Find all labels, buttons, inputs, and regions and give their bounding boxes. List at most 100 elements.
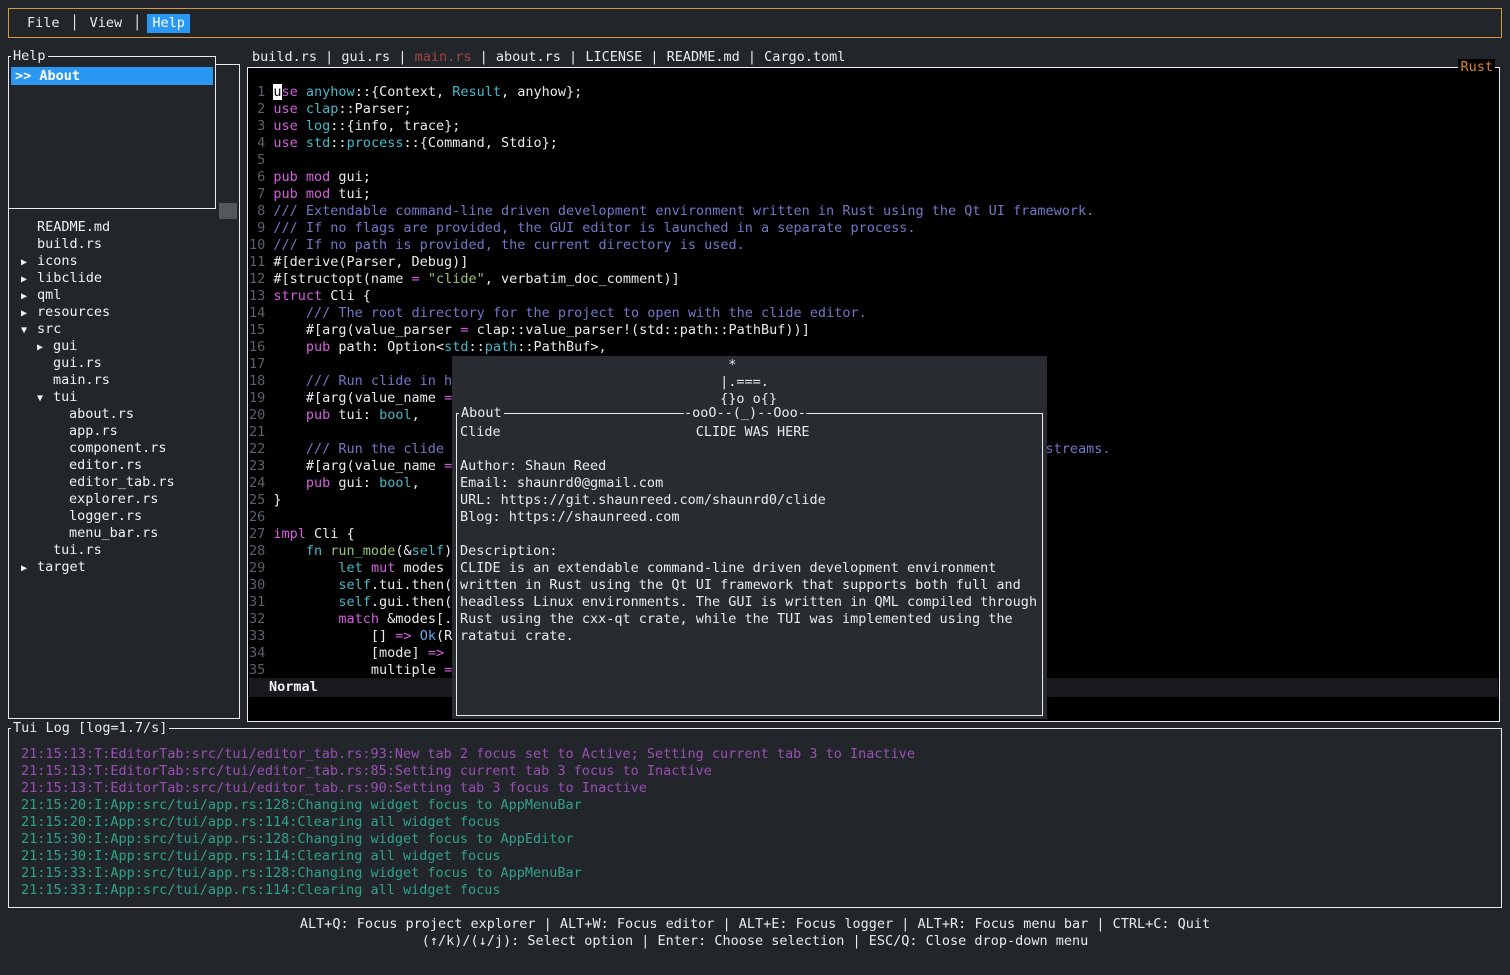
- menu-item-view[interactable]: View: [85, 14, 128, 33]
- ascii-art-border-segment: -ooO--(_)--Ooo-: [684, 405, 806, 422]
- tree-item-explorer-rs[interactable]: explorer.rs: [9, 491, 238, 508]
- tab-license[interactable]: LICENSE: [585, 49, 642, 65]
- code-token: }: [273, 492, 281, 508]
- about-popup-body: Clide CLIDE WAS HERE Author: Shaun Reed …: [460, 424, 1040, 645]
- code-token: clap::value_parser!(std::path::PathBuf))…: [468, 322, 809, 338]
- line-number: 32: [249, 611, 265, 628]
- tree-item-component-rs[interactable]: component.rs: [9, 440, 238, 457]
- chevron-right-icon[interactable]: ▶: [21, 271, 37, 288]
- line-number: 19: [249, 390, 265, 407]
- chevron-right-icon[interactable]: ▶: [21, 254, 37, 271]
- tree-item-gui-rs[interactable]: gui.rs: [9, 355, 238, 372]
- code-line-4[interactable]: 4use std::process::{Command, Stdio};: [249, 135, 1498, 152]
- code-token: se: [282, 84, 298, 100]
- line-number: 34: [249, 645, 265, 662]
- footer-shortcuts-line2: (↑/k)/(↓/j): Select option | Enter: Choo…: [0, 933, 1510, 950]
- tab-main.rs[interactable]: main.rs: [415, 49, 472, 65]
- code-line-7[interactable]: 7pub mod tui;: [249, 186, 1498, 203]
- tab-cargo.toml[interactable]: Cargo.toml: [764, 49, 845, 65]
- tab-about.rs[interactable]: about.rs: [496, 49, 561, 65]
- code-token: use: [273, 135, 297, 151]
- code-line-10[interactable]: 10/// If no path is provided, the curren…: [249, 237, 1498, 254]
- code-line-8[interactable]: 8/// Extendable command-line driven deve…: [249, 203, 1498, 220]
- chevron-down-icon[interactable]: ▼: [37, 390, 53, 407]
- code-token: run_mode: [330, 543, 395, 559]
- tree-item-app-rs[interactable]: app.rs: [9, 423, 238, 440]
- code-line-14[interactable]: 14 /// The root directory for the projec…: [249, 305, 1498, 322]
- code-line-5[interactable]: 5: [249, 152, 1498, 169]
- line-number: 14: [249, 305, 265, 322]
- code-token: ::{info, trace};: [330, 118, 460, 134]
- code-token: "clide": [428, 271, 485, 287]
- code-token: =: [412, 271, 420, 287]
- chevron-right-icon[interactable]: ▶: [37, 339, 53, 356]
- code-line-15[interactable]: 15 #[arg(value_parser = clap::value_pars…: [249, 322, 1498, 339]
- tree-item-readme-md[interactable]: README.md: [9, 219, 238, 236]
- code-token: bool: [379, 407, 412, 423]
- scrollbar-thumb[interactable]: [219, 203, 237, 219]
- chevron-right-icon[interactable]: ▶: [21, 560, 37, 577]
- log-entry-info: 21:15:20:I:App:src/tui/app.rs:114:Cleari…: [21, 814, 1497, 831]
- tree-item-label: icons: [37, 253, 78, 269]
- code-line-2[interactable]: 2use clap::Parser;: [249, 101, 1498, 118]
- tab-readme.md[interactable]: README.md: [667, 49, 740, 65]
- tab-separator: |: [561, 49, 585, 65]
- tree-item-label: component.rs: [69, 440, 167, 456]
- code-token: struct: [273, 288, 322, 304]
- code-line-13[interactable]: 13struct Cli {: [249, 288, 1498, 305]
- tree-item-label: editor_tab.rs: [69, 474, 175, 490]
- dropdown-item-about[interactable]: >> About: [11, 67, 213, 85]
- code-token: ::: [468, 339, 484, 355]
- tab-separator: |: [317, 49, 341, 65]
- code-token: /// Extendable command-line driven devel…: [273, 203, 1094, 219]
- tree-item-label: editor.rs: [69, 457, 142, 473]
- code-token: Result: [452, 84, 501, 100]
- tree-item-target[interactable]: ▶target: [9, 559, 238, 576]
- tree-item-editor-rs[interactable]: editor.rs: [9, 457, 238, 474]
- code-token: #[derive(Parser, Debug)]: [273, 254, 468, 270]
- help-dropdown-menu: Help >> About: [8, 56, 216, 209]
- tab-separator: |: [390, 49, 414, 65]
- tree-item-libclide[interactable]: ▶libclide: [9, 270, 238, 287]
- about-popup-border: About -ooO--(_)--Ooo- Clide CLIDE WAS HE…: [456, 413, 1043, 716]
- code-token: =>: [395, 628, 411, 644]
- tree-item-logger-rs[interactable]: logger.rs: [9, 508, 238, 525]
- code-token: [420, 271, 428, 287]
- tree-item-build-rs[interactable]: build.rs: [9, 236, 238, 253]
- tree-item-icons[interactable]: ▶icons: [9, 253, 238, 270]
- log-entry-trace: 21:15:13:T:EditorTab:src/tui/editor_tab.…: [21, 780, 1497, 797]
- tree-item-qml[interactable]: ▶qml: [9, 287, 238, 304]
- code-line-3[interactable]: 3use log::{info, trace};: [249, 118, 1498, 135]
- code-line-1[interactable]: 1use anyhow::{Context, Result, anyhow};: [249, 84, 1498, 101]
- log-entry-info: 21:15:33:I:App:src/tui/app.rs:114:Cleari…: [21, 882, 1497, 899]
- tree-item-src[interactable]: ▼src: [9, 321, 238, 338]
- tree-item-tui[interactable]: ▼tui: [9, 389, 238, 406]
- menu-item-file[interactable]: File: [22, 14, 65, 33]
- code-token: [298, 84, 306, 100]
- line-number: 16: [249, 339, 265, 356]
- tree-item-label: logger.rs: [69, 508, 142, 524]
- code-token: [273, 305, 306, 321]
- log-entry-trace: 21:15:13:T:EditorTab:src/tui/editor_tab.…: [21, 763, 1497, 780]
- tab-build.rs[interactable]: build.rs: [252, 49, 317, 65]
- code-line-12[interactable]: 12#[structopt(name = "clide", verbatim_d…: [249, 271, 1498, 288]
- code-line-6[interactable]: 6pub mod gui;: [249, 169, 1498, 186]
- code-line-11[interactable]: 11#[derive(Parser, Debug)]: [249, 254, 1498, 271]
- code-token: [273, 339, 306, 355]
- tree-item-about-rs[interactable]: about.rs: [9, 406, 238, 423]
- tab-gui.rs[interactable]: gui.rs: [341, 49, 390, 65]
- tree-item-main-rs[interactable]: main.rs: [9, 372, 238, 389]
- menu-item-help[interactable]: Help: [147, 14, 190, 33]
- chevron-down-icon[interactable]: ▼: [21, 322, 37, 339]
- code-line-9[interactable]: 9/// If no flags are provided, the GUI e…: [249, 220, 1498, 237]
- tree-item-tui-rs[interactable]: tui.rs: [9, 542, 238, 559]
- tree-item-resources[interactable]: ▶resources: [9, 304, 238, 321]
- tree-item-gui[interactable]: ▶gui: [9, 338, 238, 355]
- chevron-right-icon[interactable]: ▶: [21, 305, 37, 322]
- tree-item-menu-bar-rs[interactable]: menu_bar.rs: [9, 525, 238, 542]
- code-token: =: [444, 458, 452, 474]
- tree-item-editor-tab-rs[interactable]: editor_tab.rs: [9, 474, 238, 491]
- code-line-16[interactable]: 16 pub path: Option<std::path::PathBuf>,: [249, 339, 1498, 356]
- code-token: gui;: [330, 169, 371, 185]
- chevron-right-icon[interactable]: ▶: [21, 288, 37, 305]
